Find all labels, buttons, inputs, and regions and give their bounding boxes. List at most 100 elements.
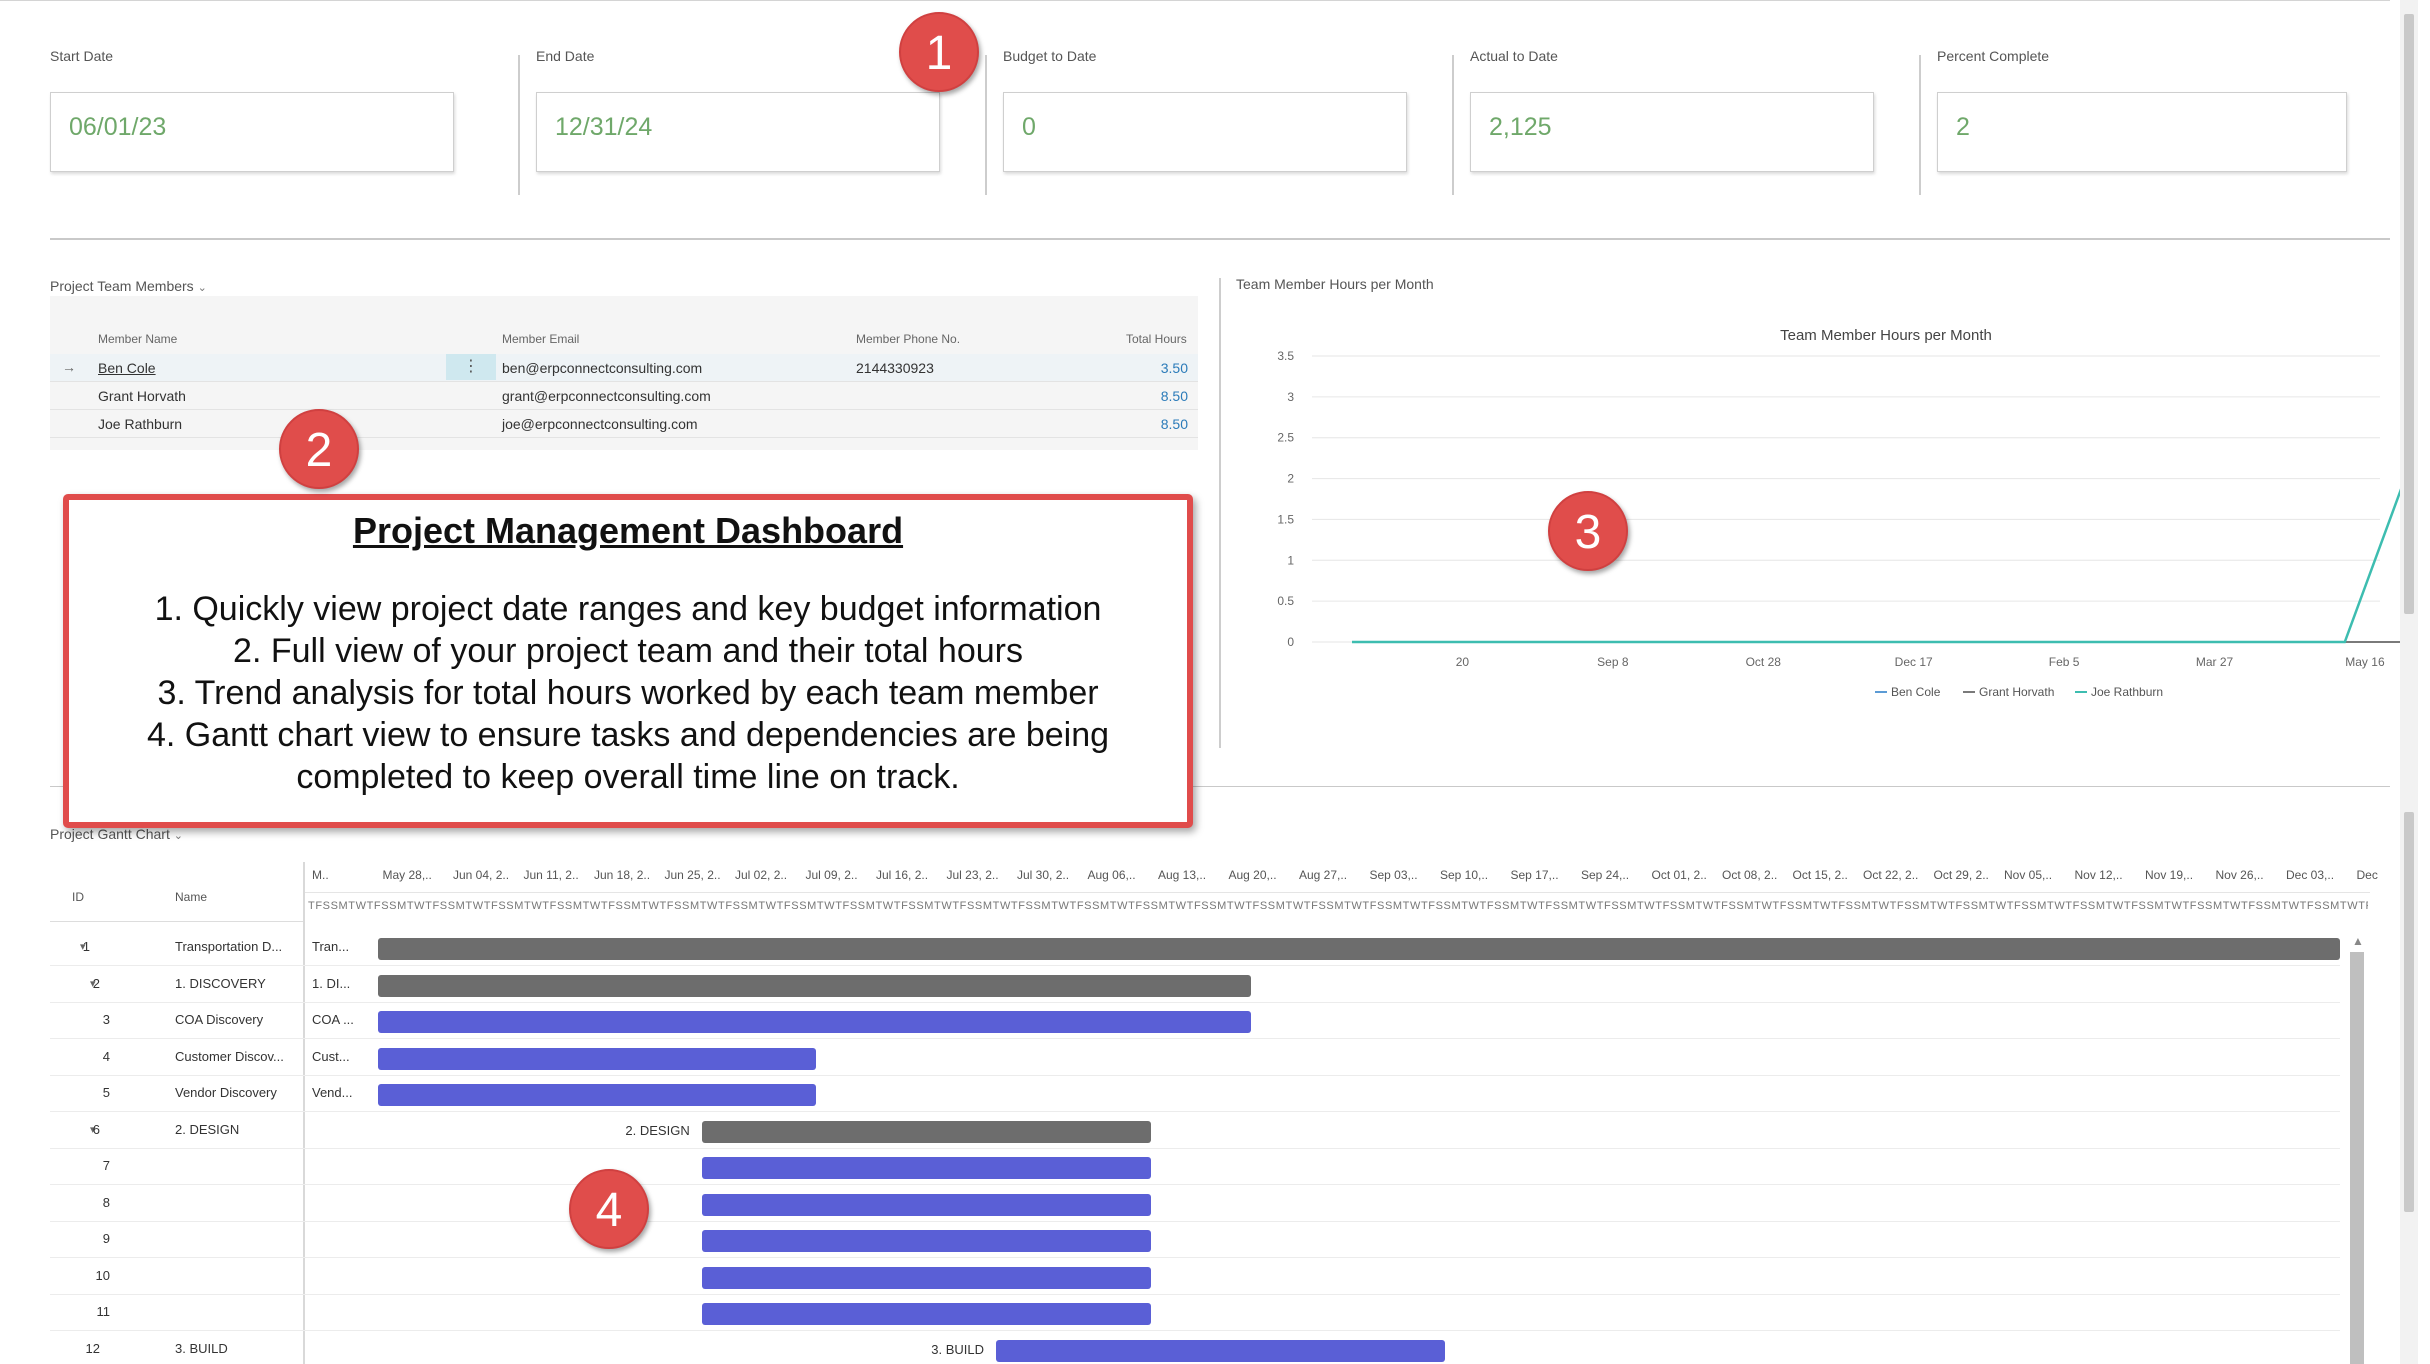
gantt-week-label: Nov 26,.. [2215, 868, 2264, 882]
y-tick-label: 0 [1287, 635, 1294, 649]
gantt-bar-label: 2. DESIGN [625, 1122, 690, 1138]
team-section-title[interactable]: Project Team Members ⌄ [50, 278, 207, 294]
kpi-budget-to-date: Budget to Date 0 [1003, 48, 1407, 172]
gantt-task-id: 3 [102, 1012, 110, 1027]
badge-1: 1 [899, 12, 979, 92]
gantt-task-row[interactable]: 12 3. BUILD 3. BUILD [50, 1331, 2340, 1364]
gantt-task-row[interactable]: 9 [50, 1221, 2340, 1258]
gantt-week-label: Oct 22, 2.. [1863, 868, 1919, 882]
gantt-task-bar[interactable] [701, 1266, 1152, 1289]
col-header-name[interactable]: Member Name [98, 332, 177, 346]
section-divider [50, 238, 2390, 240]
gantt-week-label: Sep 10,.. [1440, 868, 1489, 882]
gantt-week-label: Nov 05,.. [2004, 868, 2053, 882]
page-scrollbar-thumb[interactable] [2404, 812, 2414, 1212]
member-hours[interactable]: 8.50 [1128, 416, 1188, 432]
gantt-week-label: Jun 18, 2.. [594, 868, 651, 882]
member-hours[interactable]: 3.50 [1128, 360, 1188, 376]
gantt-task-row[interactable]: ▾ 1 Transportation D... Tran... [50, 929, 2340, 966]
x-tick-label: Dec 17 [1895, 655, 1933, 669]
more-options-icon[interactable]: ⋮ [446, 354, 496, 380]
chart-divider [1219, 278, 1221, 748]
kpi-label: End Date [536, 48, 595, 64]
gantt-task-row[interactable]: 3 COA Discovery COA ... [50, 1002, 2340, 1039]
kpi-value[interactable]: 2,125 [1470, 92, 1874, 172]
gantt-week-label: Sep 03,.. [1369, 868, 1418, 882]
gantt-task-name[interactable]: Transportation D... [175, 939, 295, 954]
gantt-task-bar[interactable] [701, 1193, 1152, 1216]
kpi-value[interactable]: 12/31/24 [536, 92, 940, 172]
kpi-label: Actual to Date [1470, 48, 1558, 64]
member-name-link[interactable]: Ben Cole [98, 360, 156, 376]
gantt-week-label: Oct 29, 2.. [1933, 868, 1989, 882]
member-hours[interactable]: 8.50 [1128, 388, 1188, 404]
scroll-up-icon[interactable]: ▲ [2352, 934, 2364, 948]
page-scrollbar-thumb[interactable] [2404, 14, 2414, 614]
callout-list: 1. Quickly view project date ranges and … [69, 588, 1187, 798]
gantt-task-row[interactable]: 8 [50, 1185, 2340, 1222]
gantt-task-name[interactable]: COA Discovery [175, 1012, 295, 1027]
kpi-value[interactable]: 2 [1937, 92, 2347, 172]
gantt-week-label: Sep 17,.. [1510, 868, 1559, 882]
gantt-bar-text: COA ... [312, 1012, 354, 1027]
y-tick-label: 1.5 [1277, 512, 1294, 526]
gantt-task-bar[interactable] [701, 1230, 1152, 1252]
gantt-summary-bar[interactable] [378, 938, 2340, 960]
kpi-divider [1452, 55, 1454, 195]
kpi-divider [518, 55, 520, 195]
gantt-task-name[interactable]: 2. DESIGN [175, 1122, 295, 1137]
gantt-task-bar[interactable] [701, 1303, 1152, 1325]
x-tick-label: Oct 28 [1746, 655, 1782, 669]
table-row[interactable]: Grant Horvath grant@erpconnectconsulting… [50, 382, 1198, 410]
table-row[interactable]: Joe Rathburn joe@erpconnectconsulting.co… [50, 410, 1198, 438]
col-header-hours[interactable]: Total Hours [1126, 332, 1187, 346]
kpi-value[interactable]: 0 [1003, 92, 1407, 172]
gantt-week-label: Sep 24,.. [1581, 868, 1630, 882]
gantt-task-name[interactable]: Customer Discov... [175, 1049, 295, 1064]
gantt-task-bar[interactable] [378, 1084, 816, 1106]
badge-4: 4 [569, 1169, 649, 1249]
gantt-id-header[interactable]: ID [72, 890, 84, 904]
gantt-task-name[interactable]: Vendor Discovery [175, 1085, 295, 1100]
gantt-task-row[interactable]: 4 Customer Discov... Cust... [50, 1039, 2340, 1076]
chevron-down-icon[interactable]: ⌄ [174, 830, 183, 842]
gantt-task-name[interactable]: 3. BUILD [175, 1341, 295, 1356]
gantt-week-label: Oct 08, 2.. [1722, 868, 1778, 882]
gantt-week-label: Aug 13,.. [1158, 868, 1207, 882]
gantt-bar-text: Tran... [312, 939, 350, 954]
dashboard-callout: Project Management Dashboard 1. Quickly … [63, 494, 1193, 828]
gantt-week-label: Nov 19,.. [2145, 868, 2194, 882]
col-header-phone[interactable]: Member Phone No. [856, 332, 960, 346]
hours-line-chart: Team Member Hours per Month 0 0.5 1 1.5 2 2.5 3… [1277, 327, 2400, 699]
legend-label: Joe Rathburn [2091, 685, 2163, 699]
gantt-task-bar[interactable] [701, 1157, 1152, 1179]
member-name[interactable]: Grant Horvath [98, 388, 186, 404]
gantt-task-id: 2 [92, 975, 100, 991]
gantt-summary-bar[interactable] [701, 1120, 1152, 1143]
chart-section-title[interactable]: Team Member Hours per Month [1236, 276, 1434, 292]
kpi-start-date: Start Date 06/01/23 [50, 48, 454, 172]
col-header-email[interactable]: Member Email [502, 332, 579, 346]
gantt-task-row[interactable]: 11 [50, 1294, 2340, 1331]
gantt-task-id: 6 [92, 1121, 100, 1137]
gantt-task-row[interactable]: ▾ 6 2. DESIGN 2. DESIGN [50, 1112, 2340, 1149]
legend-label: Ben Cole [1891, 685, 1941, 699]
gantt-task-row[interactable]: ▾ 2 1. DISCOVERY 1. DI... [50, 966, 2340, 1003]
gantt-name-header[interactable]: Name [175, 890, 207, 904]
gantt-task-bar[interactable] [996, 1339, 1446, 1362]
member-name[interactable]: Joe Rathburn [98, 416, 182, 432]
gantt-task-bar[interactable] [378, 1047, 816, 1070]
chevron-down-icon[interactable]: ⌄ [198, 282, 207, 294]
gantt-bar-text: Vend... [312, 1085, 353, 1100]
gantt-task-row[interactable]: 7 [50, 1148, 2340, 1185]
gantt-vertical-scrollbar[interactable] [2350, 952, 2364, 1364]
gantt-task-bar[interactable] [378, 1011, 1252, 1033]
gantt-section-title[interactable]: Project Gantt Chart ⌄ [50, 826, 183, 842]
gantt-task-row[interactable]: 10 [50, 1258, 2340, 1295]
kpi-value[interactable]: 06/01/23 [50, 92, 454, 172]
gantt-task-row[interactable]: 5 Vendor Discovery Vend... [50, 1075, 2340, 1112]
gantt-summary-bar[interactable] [378, 974, 1252, 997]
gantt-task-name[interactable]: 1. DISCOVERY [175, 976, 295, 991]
table-row[interactable]: → Ben Cole ⋮ ben@erpconnectconsulting.co… [50, 354, 1198, 382]
gantt-week-label: Oct 15, 2.. [1792, 868, 1848, 882]
